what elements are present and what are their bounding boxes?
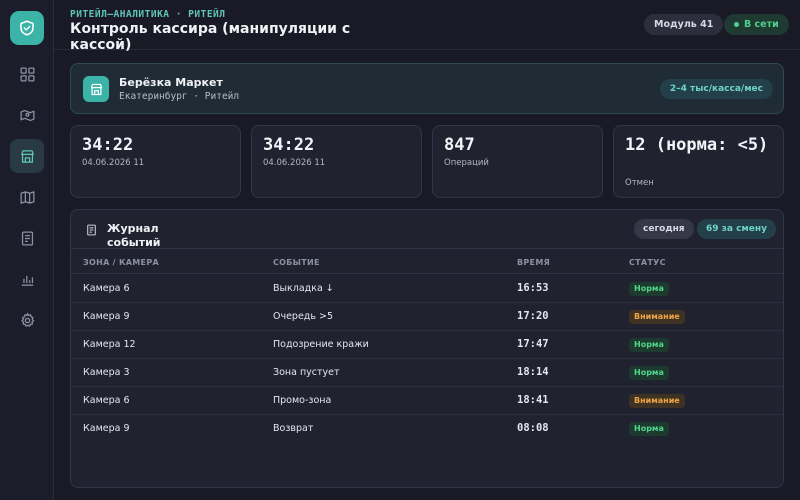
- status-badge: Норма: [629, 422, 669, 436]
- app-logo[interactable]: [10, 11, 44, 45]
- stat-label: Отмен: [625, 178, 654, 188]
- filter-today-button[interactable]: сегодня: [634, 219, 694, 239]
- page-header: РИТЕЙЛ–АНАЛИТИКА · РИТЕЙЛ Контроль касси…: [54, 0, 800, 53]
- cell-time: 18:14: [517, 366, 549, 378]
- map-icon: [19, 190, 35, 204]
- cell-zone: Камера 9: [83, 423, 130, 434]
- stat-value: 12 (норма: <5): [625, 135, 769, 155]
- stat-card-timer-2: 34:22 04.06.2026 11: [251, 125, 422, 198]
- cell-event: Промо-зона: [273, 395, 332, 406]
- sidebar-item-analytics[interactable]: [10, 262, 44, 296]
- table-row[interactable]: Камера 3 Зона пустует 18:14 Норма: [71, 359, 783, 387]
- stat-card-timer-1: 34:22 04.06.2026 11: [70, 125, 241, 198]
- dashboard-icon: [19, 66, 35, 82]
- status-badge: Норма: [629, 366, 669, 380]
- map-pin-icon: [19, 109, 35, 121]
- cell-time: 16:53: [517, 282, 549, 294]
- shield-check-icon: [20, 20, 34, 36]
- cell-zone: Камера 6: [83, 283, 130, 294]
- cell-time: 08:08: [517, 422, 549, 434]
- store-subtitle: Екатеринбург · Ритейл: [119, 91, 240, 102]
- shift-count-badge[interactable]: 69 за смену: [697, 219, 776, 239]
- stat-label: Операций: [444, 158, 489, 168]
- stat-label: 04.06.2026 11: [263, 158, 326, 168]
- column-header-status[interactable]: СТАТУС: [629, 258, 666, 267]
- sidebar-item-dashboard[interactable]: [10, 57, 44, 91]
- column-header-zone[interactable]: ЗОНА / КАМЕРА: [83, 258, 159, 267]
- cell-event: Зона пустует: [273, 367, 340, 378]
- sidebar-item-settings[interactable]: [10, 303, 44, 337]
- store-banner[interactable]: Берёзка Маркет Екатеринбург · Ритейл 2–4…: [70, 63, 784, 114]
- sidebar-item-map[interactable]: [10, 180, 44, 214]
- page-title: Контроль кассира (манипуляции с кассой): [70, 21, 351, 53]
- cell-zone: Камера 12: [83, 339, 136, 350]
- cell-event: Очередь >5: [273, 311, 334, 322]
- event-journal: Журнал событий сегодня 69 за смену ЗОНА …: [70, 209, 784, 488]
- cell-zone: Камера 3: [83, 367, 130, 378]
- stat-label: 04.06.2026 11: [82, 158, 145, 168]
- sidebar-item-stores[interactable]: [10, 139, 44, 173]
- bar-chart-icon: [21, 275, 33, 286]
- status-badge: Норма: [629, 338, 669, 352]
- stat-value: 34:22: [82, 135, 134, 155]
- module-chip[interactable]: Модуль 41: [644, 14, 724, 35]
- stat-value: 847: [444, 135, 475, 155]
- store-icon: [20, 149, 34, 163]
- online-status-chip: В сети: [724, 14, 789, 35]
- cell-time: 18:41: [517, 394, 549, 406]
- table-header: ЗОНА / КАМЕРА СОБЫТИЕ ВРЕМЯ СТАТУС: [71, 248, 783, 274]
- table-row[interactable]: Камера 6 Промо-зона 18:41 Внимание: [71, 387, 783, 415]
- cell-event: Выкладка ↓: [273, 283, 334, 294]
- status-badge: Норма: [629, 282, 669, 296]
- status-dot-icon: [734, 22, 739, 27]
- cell-event: Подозрение кражи: [273, 339, 369, 350]
- column-header-event[interactable]: СОБЫТИЕ: [273, 258, 320, 267]
- sidebar-item-locations[interactable]: [10, 98, 44, 132]
- cell-time: 17:20: [517, 310, 549, 322]
- cell-time: 17:47: [517, 338, 549, 350]
- table-row[interactable]: Камера 6 Выкладка ↓ 16:53 Норма: [71, 275, 783, 303]
- store-icon: [90, 83, 102, 95]
- sidebar-item-reports[interactable]: [10, 221, 44, 255]
- stat-value: 34:22: [263, 135, 315, 155]
- document-icon: [87, 224, 96, 236]
- loss-rate-badge: 2–4 тыс/касса/мес: [659, 79, 773, 99]
- column-header-time[interactable]: ВРЕМЯ: [517, 258, 550, 267]
- document-icon: [21, 230, 33, 246]
- status-badge: Внимание: [629, 394, 685, 408]
- stat-card-cancellations: 12 (норма: <5) Отмен: [613, 125, 784, 198]
- cell-zone: Камера 6: [83, 395, 130, 406]
- store-name: Берёзка Маркет: [119, 76, 223, 89]
- online-status-label: В сети: [744, 19, 779, 30]
- stat-card-operations: 847 Операций: [432, 125, 603, 198]
- table-row[interactable]: Камера 12 Подозрение кражи 17:47 Норма: [71, 331, 783, 359]
- cell-zone: Камера 9: [83, 311, 130, 322]
- cell-event: Возврат: [273, 423, 314, 434]
- journal-title: Журнал событий: [107, 222, 161, 249]
- store-badge-icon: [83, 76, 109, 102]
- sidebar: [0, 0, 54, 500]
- status-badge: Внимание: [629, 310, 685, 324]
- gear-icon: [20, 311, 34, 327]
- table-row[interactable]: Камера 9 Возврат 08:08 Норма: [71, 415, 783, 443]
- breadcrumb: РИТЕЙЛ–АНАЛИТИКА · РИТЕЙЛ: [70, 9, 226, 20]
- table-row[interactable]: Камера 9 Очередь >5 17:20 Внимание: [71, 303, 783, 331]
